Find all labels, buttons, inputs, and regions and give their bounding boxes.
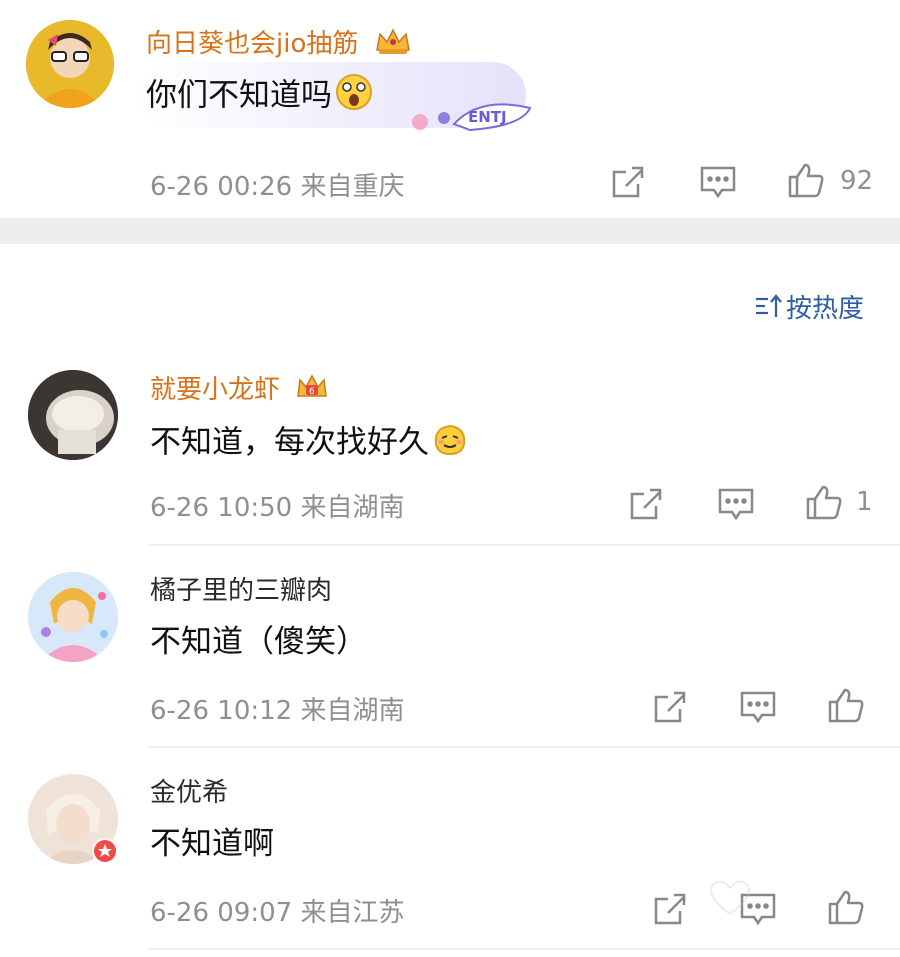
comment-username[interactable]: 橘子里的三瓣肉 (150, 576, 332, 606)
comment-username[interactable]: 就要小龙虾 6 (150, 372, 330, 409)
comment-text: 你们不知道吗 (146, 72, 374, 122)
top-comment: 向日葵也会jio抽筋 你们不知道吗 ENTJ 6-26 00:26 来自重庆 9… (0, 0, 900, 218)
thumbs-up-icon[interactable] (786, 160, 826, 200)
thumbs-up-icon[interactable] (826, 887, 866, 927)
share-icon[interactable] (650, 687, 690, 727)
share-icon[interactable] (608, 162, 648, 202)
shocked-emoji-icon (334, 72, 374, 122)
share-icon[interactable] (626, 484, 666, 524)
watermark-logo (700, 868, 820, 932)
comment-username[interactable]: 金优希 (150, 778, 228, 808)
comment-separator (148, 948, 900, 950)
comment-text: 不知道，每次找好久 (150, 420, 469, 468)
avatar[interactable] (26, 20, 114, 108)
comment-username[interactable]: 向日葵也会jio抽筋 (146, 26, 413, 63)
comment-text: 不知道啊 (150, 826, 274, 862)
svg-text:ENTJ: ENTJ (468, 108, 507, 126)
comment-icon[interactable] (698, 162, 738, 202)
comment-separator (148, 746, 900, 748)
personality-badge: ENTJ (410, 86, 538, 138)
thumbs-up-icon[interactable] (804, 482, 844, 522)
section-divider (0, 218, 900, 244)
avatar[interactable] (28, 370, 118, 460)
crown-badge-icon (373, 26, 413, 63)
like-count: 1 (856, 487, 873, 517)
svg-text:6: 6 (309, 387, 315, 397)
crown-badge-icon: 6 (294, 372, 330, 409)
comment-icon[interactable] (716, 484, 756, 524)
comment-separator (148, 544, 900, 546)
verified-badge-icon (92, 838, 118, 864)
comment-meta: 6-26 10:50 来自湖南 (150, 493, 405, 523)
avatar[interactable] (28, 572, 118, 662)
comment-meta: 6-26 00:26 来自重庆 (150, 172, 405, 202)
comment-text: 不知道（傻笑） (150, 624, 367, 660)
sort-icon (754, 293, 782, 326)
comment-meta: 6-26 09:07 来自江苏 (150, 898, 405, 928)
smirk-emoji-icon (431, 420, 469, 468)
comment-meta: 6-26 10:12 来自湖南 (150, 696, 405, 726)
sort-by-hotness-button[interactable]: 按热度 (754, 288, 864, 326)
like-count: 92 (840, 166, 874, 196)
thumbs-up-icon[interactable] (826, 685, 866, 725)
share-icon[interactable] (650, 889, 690, 929)
comment-icon[interactable] (738, 687, 778, 727)
